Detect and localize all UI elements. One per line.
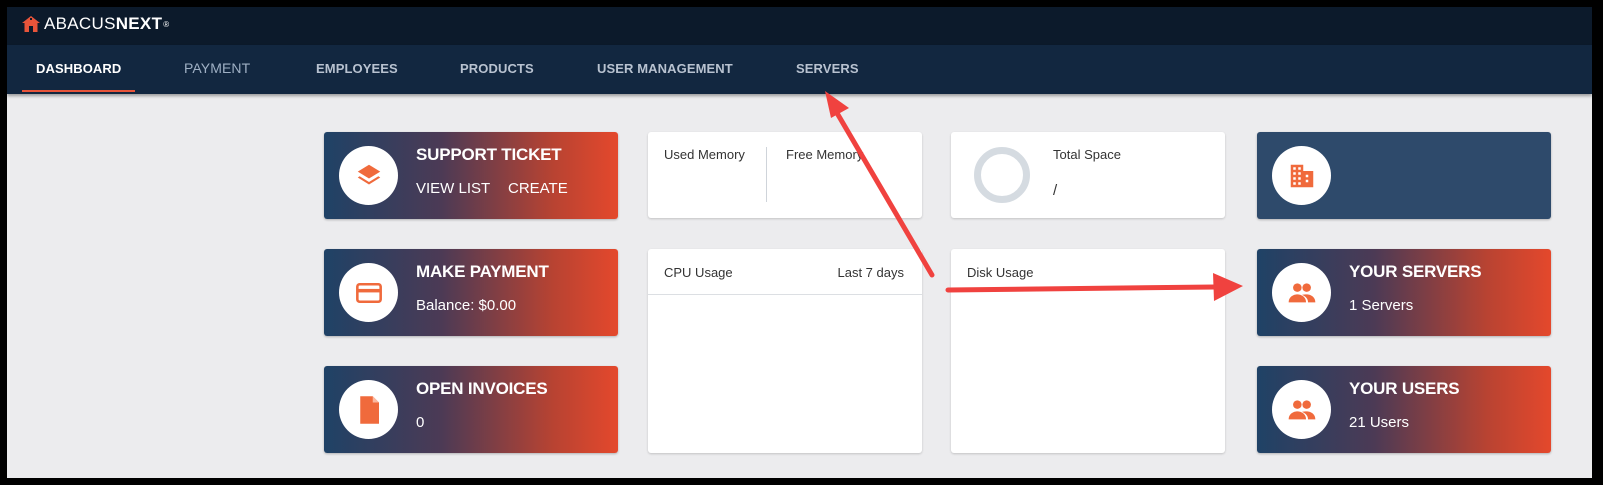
- people-icon: [1272, 263, 1331, 322]
- people-icon: [1272, 380, 1331, 439]
- brand-logo[interactable]: ABACUS NEXT ®: [21, 14, 169, 34]
- cpu-usage-label: CPU Usage: [664, 265, 733, 280]
- disk-usage-card: Disk Usage: [951, 249, 1225, 453]
- your-users-card[interactable]: YOUR USERS 21 Users: [1257, 366, 1551, 453]
- space-ring-gauge: [974, 147, 1030, 203]
- tab-servers[interactable]: SERVERS: [796, 45, 859, 94]
- memory-divider: [766, 147, 767, 202]
- users-count: 21 Users: [1349, 414, 1410, 431]
- balance-text: Balance: $0.00: [416, 297, 517, 314]
- document-icon: [339, 380, 398, 439]
- tab-employees[interactable]: EMPLOYEES: [316, 45, 398, 94]
- total-space-label: Total Space: [1053, 147, 1121, 162]
- brand-name-bold: NEXT: [115, 14, 163, 33]
- top-bar: ABACUS NEXT ®: [7, 7, 1592, 45]
- your-servers-card[interactable]: YOUR SERVERS 1 Servers: [1257, 249, 1551, 336]
- house-logo-icon: [22, 16, 40, 32]
- tab-user-management[interactable]: USER MANAGEMENT: [597, 45, 733, 94]
- invoices-count: 0: [416, 414, 425, 431]
- total-space-card: Total Space /: [951, 132, 1225, 218]
- tab-dashboard[interactable]: DASHBOARD: [21, 45, 136, 94]
- make-payment-card[interactable]: MAKE PAYMENT Balance: $0.00: [324, 249, 618, 336]
- layers-icon: [339, 146, 398, 205]
- free-memory-label: Free Memory: [786, 147, 864, 162]
- memory-card: Used Memory Free Memory: [648, 132, 922, 218]
- credit-card-icon: [339, 263, 398, 322]
- your-servers-title: YOUR SERVERS: [1349, 262, 1482, 281]
- brand-trademark: ®: [163, 19, 170, 29]
- cpu-range-label[interactable]: Last 7 days: [838, 265, 905, 280]
- servers-count: 1 Servers: [1349, 297, 1414, 314]
- support-ticket-title: SUPPORT TICKET: [416, 145, 562, 164]
- cpu-usage-card: CPU Usage Last 7 days: [648, 249, 922, 453]
- open-invoices-title: OPEN INVOICES: [416, 379, 548, 398]
- cpu-header-divider: [648, 294, 922, 295]
- company-card[interactable]: [1257, 132, 1551, 219]
- view-list-link[interactable]: VIEW LIST: [416, 180, 490, 197]
- make-payment-title: MAKE PAYMENT: [416, 262, 549, 281]
- used-memory-label: Used Memory: [664, 147, 745, 162]
- support-ticket-card: SUPPORT TICKET VIEW LIST CREATE: [324, 132, 618, 219]
- app-frame: ABACUS NEXT ® DASHBOARD PAYMENT EMPLOYEES …: [7, 7, 1592, 478]
- building-icon: [1272, 146, 1331, 205]
- tab-products[interactable]: PRODUCTS: [460, 45, 534, 94]
- open-invoices-card[interactable]: OPEN INVOICES 0: [324, 366, 618, 453]
- create-ticket-link[interactable]: CREATE: [508, 180, 568, 197]
- main-nav: DASHBOARD PAYMENT EMPLOYEES PRODUCTS USE…: [7, 45, 1592, 94]
- disk-usage-label: Disk Usage: [967, 265, 1034, 280]
- your-users-title: YOUR USERS: [1349, 379, 1460, 398]
- tab-payment[interactable]: PAYMENT: [184, 45, 250, 94]
- brand-name-light: ABACUS: [44, 14, 116, 33]
- total-space-value: /: [1053, 182, 1058, 199]
